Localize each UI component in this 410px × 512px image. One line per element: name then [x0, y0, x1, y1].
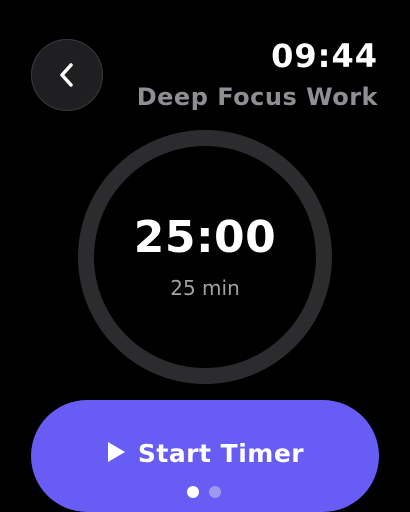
- clock: 09:44: [271, 37, 378, 75]
- timer-time-display: 25:00: [133, 212, 277, 263]
- timer-ring: 25:00 25 min: [77, 129, 333, 385]
- back-button[interactable]: [31, 39, 103, 111]
- chevron-left-icon: [57, 61, 77, 89]
- session-title: Deep Focus Work: [136, 83, 378, 111]
- page-indicator: [187, 486, 221, 498]
- timer-duration-label: 25 min: [170, 276, 240, 300]
- play-icon: [106, 441, 126, 467]
- page-dot-active: [187, 486, 199, 498]
- start-timer-label: Start Timer: [137, 439, 305, 468]
- page-dot-inactive: [209, 486, 221, 498]
